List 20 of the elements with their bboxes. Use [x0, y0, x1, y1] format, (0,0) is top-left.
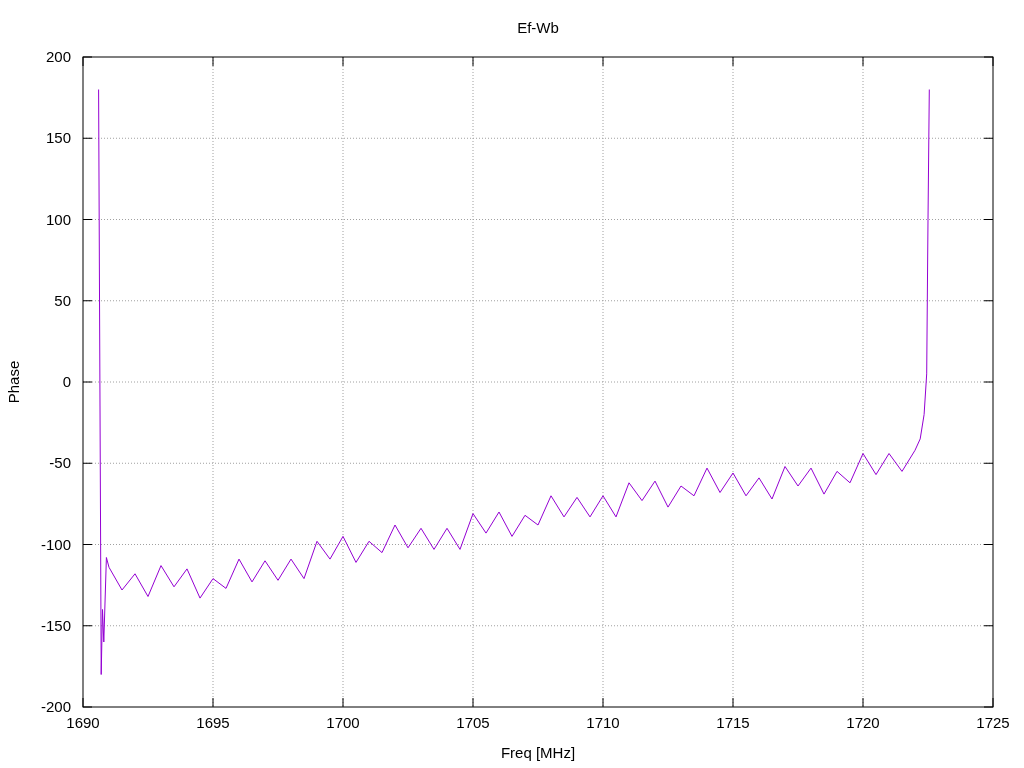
x-axis-label: Freq [MHz]	[500, 744, 576, 761]
y-tick-label: 50	[54, 291, 71, 309]
x-tick-label: 1695	[196, 714, 230, 731]
y-tick-label: -50	[49, 454, 71, 472]
y-axis-label: Phase	[5, 360, 22, 404]
y-tick-label: -100	[40, 535, 71, 553]
chart-title: Ef-Wb	[517, 19, 559, 36]
x-tick-label: 1720	[846, 714, 880, 731]
x-tick-label: 1715	[716, 714, 750, 731]
x-tick-label: 1725	[976, 714, 1010, 731]
x-tick-label: 1700	[326, 714, 360, 731]
y-tick-label: 200	[45, 48, 71, 65]
x-tick-label: 1690	[66, 714, 100, 731]
x-tick-label: 1705	[456, 714, 490, 731]
x-tick-label: 1710	[586, 714, 620, 731]
y-tick-label: 0	[62, 373, 71, 390]
y-tick-label: -200	[40, 698, 71, 715]
y-tick-label: 150	[45, 129, 71, 147]
y-tick-label: -150	[40, 616, 71, 634]
y-tick-label: 100	[45, 210, 71, 228]
